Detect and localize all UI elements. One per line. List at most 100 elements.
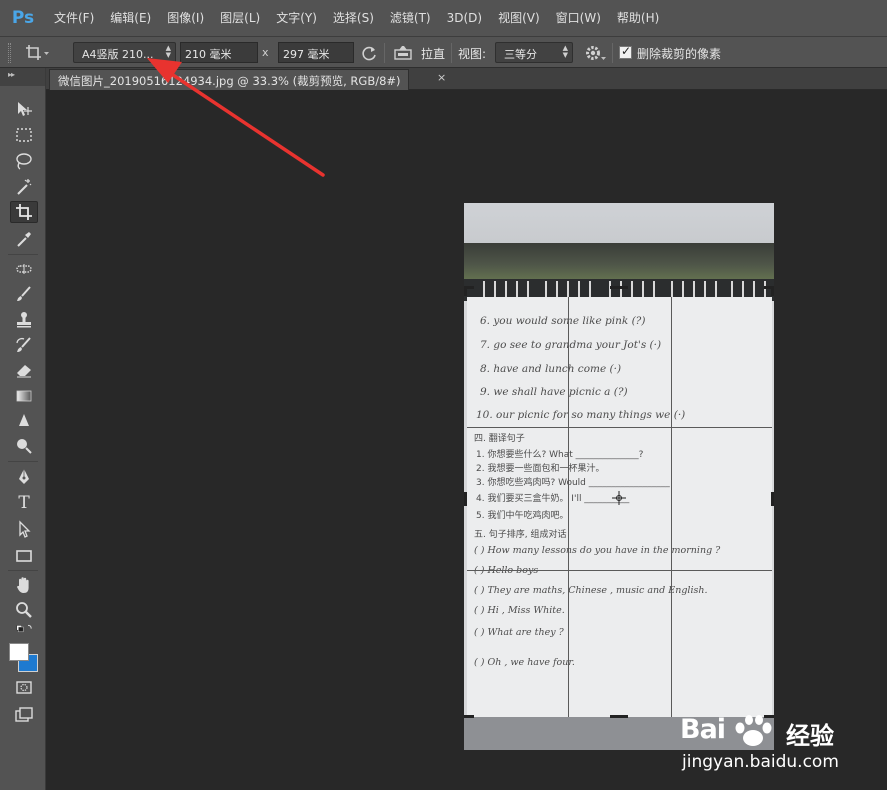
menu-filter[interactable]: 滤镜(T)	[382, 0, 439, 36]
watermark-brand-suffix: 经验	[786, 722, 834, 750]
crop-tool-icon[interactable]	[10, 201, 38, 223]
eyedropper-tool-icon[interactable]	[10, 228, 38, 250]
gradient-tool-icon[interactable]	[10, 385, 38, 407]
crop-ratio-select[interactable]: A4竖版 210... ▲ ▼	[73, 42, 176, 63]
dimension-separator: x	[262, 46, 269, 59]
toolbox-divider	[8, 570, 38, 571]
thirds-guide-vertical	[568, 297, 569, 717]
rectangle-tool-icon[interactable]	[10, 545, 38, 567]
notebook-page	[467, 297, 772, 717]
lasso-tool-icon[interactable]	[10, 150, 38, 172]
menu-3d[interactable]: 3D(D)	[439, 0, 490, 36]
type-tool-icon[interactable]: T	[10, 492, 38, 514]
handwriting-line: 8. have and lunch come (·)	[480, 363, 622, 375]
view-label: 视图:	[458, 47, 487, 61]
gear-icon[interactable]	[584, 43, 606, 63]
document-tab[interactable]: 微信图片_20190516124934.jpg @ 33.3% (裁剪预览, R…	[49, 69, 409, 90]
straighten-icon[interactable]	[393, 45, 413, 61]
default-colors-icon[interactable]	[10, 623, 38, 639]
delete-cropped-pixels-label[interactable]: 删除裁剪的像素	[637, 45, 721, 62]
handwriting-line: 4. 我们要买三盒牛奶。 I'll __________	[476, 494, 630, 504]
brush-tool-icon[interactable]	[10, 283, 38, 305]
options-bar: A4竖版 210... ▲ ▼ 210 毫米 x 297 毫米 拉直 视图: 三等…	[0, 36, 887, 68]
crop-height-field[interactable]: 297 毫米	[278, 42, 354, 63]
dodge-tool-icon[interactable]	[10, 435, 38, 457]
overlay-view-value: 三等分	[504, 48, 537, 61]
thirds-guide-horizontal	[467, 570, 772, 571]
handwriting-line: ( ) Hi , Miss White.	[474, 605, 565, 616]
handwriting-line: 10. our picnic for so many things we (·)	[476, 409, 686, 421]
crop-handle[interactable]	[464, 286, 467, 296]
menu-edit[interactable]: 编辑(E)	[102, 0, 159, 36]
handwriting-line: 2. 我想要一些面包和一杯果汁。	[476, 464, 605, 474]
paw-icon	[735, 715, 772, 746]
close-tab-icon[interactable]: ×	[437, 71, 446, 84]
screen-mode-icon[interactable]	[10, 704, 38, 726]
marquee-tool-icon[interactable]	[10, 124, 38, 146]
handwriting-line: ( ) They are maths, Chinese , music and …	[474, 585, 708, 596]
crop-width-field[interactable]: 210 毫米	[180, 42, 258, 63]
options-divider	[384, 43, 385, 63]
document-tab-title: 微信图片_20190516124934.jpg @ 33.3% (裁剪预览, R…	[58, 74, 401, 88]
menu-layer[interactable]: 图层(L)	[212, 0, 268, 36]
baidu-watermark: Bai 经验 jingyan.baidu.com	[680, 712, 880, 788]
menu-view[interactable]: 视图(V)	[490, 0, 548, 36]
toolbox: ▸▸ T	[0, 68, 46, 790]
collapse-icon: ▸▸	[8, 70, 15, 79]
swap-dimensions-icon[interactable]	[360, 44, 378, 62]
blur-tool-icon[interactable]	[10, 410, 38, 432]
toolbox-divider	[8, 461, 38, 462]
menu-bar: Ps 文件(F) 编辑(E) 图像(I) 图层(L) 文字(Y) 选择(S) 滤…	[0, 0, 887, 36]
move-tool-icon[interactable]	[10, 98, 38, 120]
handwriting-line: 6. you would some like pink (?)	[480, 315, 646, 327]
magic-wand-tool-icon[interactable]	[10, 176, 38, 198]
document-image[interactable]: 6. you would some like pink (?) 7. go se…	[464, 203, 774, 750]
hand-tool-icon[interactable]	[10, 574, 38, 596]
handwriting-heading: 五. 句子排序, 组成对话	[474, 530, 567, 540]
crop-preset-icon[interactable]	[24, 43, 50, 63]
watermark-brand: Bai	[680, 714, 726, 745]
menu-help[interactable]: 帮助(H)	[609, 0, 667, 36]
path-selection-tool-icon[interactable]	[10, 518, 38, 540]
crop-center-icon	[612, 491, 626, 505]
handwriting-heading: 四. 翻译句子	[474, 434, 525, 444]
eraser-tool-icon[interactable]	[10, 359, 38, 381]
watermark-url: jingyan.baidu.com	[682, 752, 839, 772]
handwriting-line: ( ) Oh , we have four.	[474, 657, 575, 668]
handwriting-line: 9. we shall have picnic a (?)	[480, 386, 628, 398]
clone-stamp-tool-icon[interactable]	[10, 309, 38, 331]
menu-image[interactable]: 图像(I)	[159, 0, 212, 36]
healing-brush-tool-icon[interactable]	[10, 258, 38, 280]
foreground-color-swatch[interactable]	[9, 643, 29, 661]
thirds-guide-horizontal	[467, 427, 772, 428]
menu-select[interactable]: 选择(S)	[325, 0, 382, 36]
handwriting-line: 3. 你想吃些鸡肉吗? Would __________________	[476, 478, 670, 488]
crop-handle[interactable]	[610, 286, 628, 289]
handwriting-line: 1. 你想要些什么? What ______________?	[476, 450, 644, 460]
straighten-label[interactable]: 拉直	[421, 45, 445, 62]
toolbox-header[interactable]: ▸▸	[0, 68, 45, 86]
crop-ratio-value: A4竖版 210...	[82, 48, 154, 61]
delete-cropped-pixels-checkbox[interactable]: ✓	[619, 44, 632, 59]
canvas-area[interactable]: 6. you would some like pink (?) 7. go se…	[46, 90, 887, 790]
spinner-arrows-icon: ▲ ▼	[562, 44, 568, 59]
overlay-view-select[interactable]: 三等分 ▲ ▼	[495, 42, 573, 63]
spinner-arrows-icon: ▲ ▼	[165, 44, 171, 59]
menu-file[interactable]: 文件(F)	[46, 0, 102, 36]
zoom-tool-icon[interactable]	[10, 599, 38, 621]
thirds-guide-vertical	[671, 297, 672, 717]
crop-handle[interactable]	[771, 286, 774, 296]
photoshop-logo: Ps	[11, 8, 35, 28]
crop-handle[interactable]	[610, 715, 628, 718]
crop-handle[interactable]	[464, 715, 474, 718]
crop-handle[interactable]	[464, 492, 467, 506]
options-bar-grip[interactable]	[8, 43, 11, 63]
checkmark-icon: ✓	[621, 44, 632, 58]
options-divider	[451, 43, 452, 63]
history-brush-tool-icon[interactable]	[10, 334, 38, 356]
menu-type[interactable]: 文字(Y)	[268, 0, 325, 36]
quick-mask-icon[interactable]	[10, 676, 38, 698]
pen-tool-icon[interactable]	[10, 466, 38, 488]
crop-handle[interactable]	[771, 492, 774, 506]
menu-window[interactable]: 窗口(W)	[548, 0, 609, 36]
